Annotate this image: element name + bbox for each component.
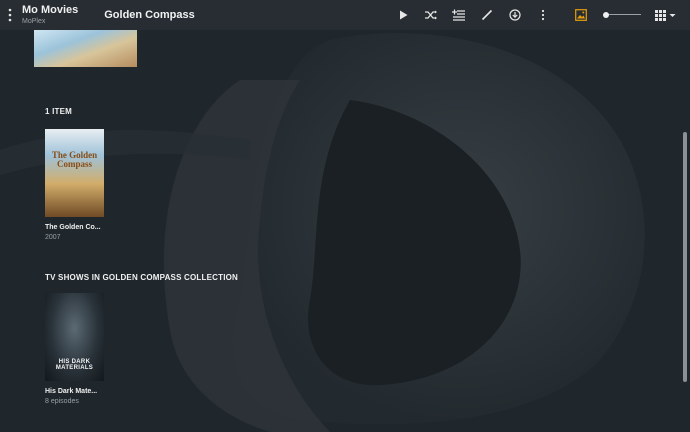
more-icon	[541, 9, 545, 21]
card-title[interactable]: The Golden Co...	[45, 224, 105, 231]
app-name: Mo Movies	[22, 4, 79, 16]
card-episode-count: 8 episodes	[45, 398, 79, 405]
section-heading-items: 1 ITEM	[45, 107, 72, 116]
movie-card-golden-compass[interactable]: The Golden Compass The Golden Co... 2007	[45, 129, 105, 241]
grid-view-icon	[655, 9, 666, 21]
chevron-down-icon	[669, 13, 676, 17]
app-window: Mo Movies MoPlex Golden Compass 1 ITEM T…	[0, 0, 690, 432]
play-icon	[400, 10, 408, 20]
shuffle-button[interactable]	[423, 7, 439, 23]
library-selector[interactable]: Mo Movies MoPlex	[22, 4, 79, 26]
background-image-icon	[575, 9, 587, 21]
top-bar: Mo Movies MoPlex Golden Compass	[0, 0, 690, 30]
background-image-toggle[interactable]	[573, 7, 589, 23]
slider-track	[605, 14, 641, 15]
server-name: MoPlex	[22, 18, 46, 25]
toolbar	[383, 0, 676, 30]
card-title[interactable]: His Dark Mate...	[45, 388, 105, 395]
download-icon	[509, 9, 521, 21]
show-card-his-dark-materials[interactable]: HIS DARK MATERIALS His Dark Mate... 8 ep…	[45, 293, 105, 405]
poster-title: HIS DARK MATERIALS	[55, 358, 94, 372]
add-to-queue-button[interactable]	[451, 7, 467, 23]
shuffle-icon	[425, 10, 437, 20]
add-to-queue-icon	[452, 9, 465, 21]
view-type-button[interactable]	[655, 9, 676, 21]
edit-button[interactable]	[479, 7, 495, 23]
poster-title: The Golden Compass	[51, 150, 98, 169]
download-button[interactable]	[507, 7, 523, 23]
play-button[interactable]	[395, 7, 411, 23]
slider-thumb[interactable]	[603, 12, 609, 18]
show-poster[interactable]: HIS DARK MATERIALS	[45, 293, 104, 381]
size-slider[interactable]	[603, 9, 641, 21]
menu-icon[interactable]	[7, 8, 13, 22]
scrollbar[interactable]	[683, 132, 687, 382]
page-title: Golden Compass	[104, 9, 195, 21]
collection-content: 1 ITEM The Golden Compass The Golden Co.…	[0, 30, 680, 432]
edit-icon	[481, 9, 493, 21]
more-button[interactable]	[535, 7, 551, 23]
collection-poster[interactable]	[34, 30, 137, 67]
movie-poster[interactable]: The Golden Compass	[45, 129, 104, 217]
section-heading-tv-shows: TV SHOWS IN GOLDEN COMPASS COLLECTION	[45, 273, 239, 282]
card-year: 2007	[45, 234, 61, 241]
